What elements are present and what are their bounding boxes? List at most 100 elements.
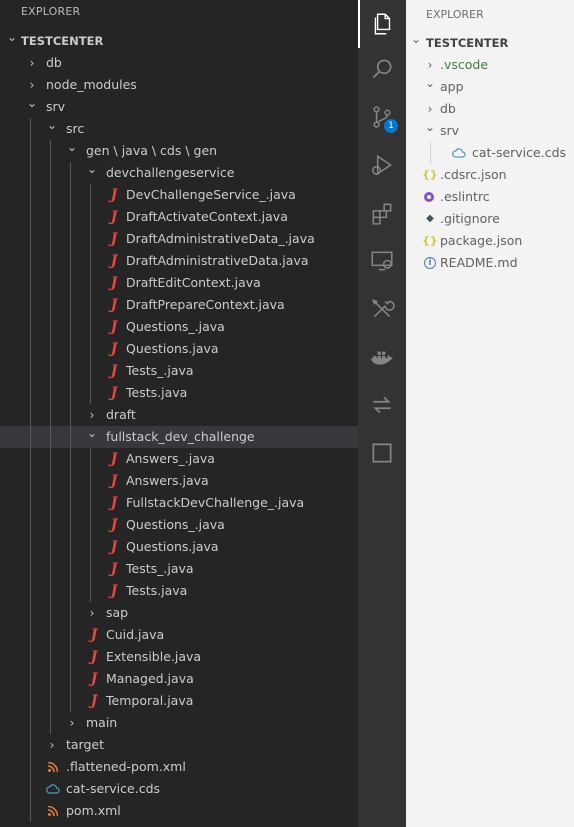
tree-item-label: .vscode xyxy=(440,57,489,72)
folder-row-target[interactable]: › target xyxy=(0,734,358,756)
file-row-flattened-pom-xml[interactable]: .flattened-pom.xml xyxy=(0,756,358,778)
file-row-cuid-java[interactable]: J Cuid.java xyxy=(0,624,358,646)
folder-row-sap[interactable]: › sap xyxy=(0,602,358,624)
file-row-tests-java[interactable]: J Tests.java xyxy=(0,580,358,602)
indent-guide xyxy=(70,162,71,712)
tree-item-label: README.md xyxy=(440,255,518,270)
light-explorer-panel: EXPLORER ⌄ TESTCENTER › .vscode ⌄ app › db ⌄ srv c… xyxy=(406,0,574,827)
indent-guide xyxy=(90,184,91,404)
file-row-draftadministrativedata-java[interactable]: J DraftAdministrativeData.java xyxy=(0,250,358,272)
folder-row-fullstack-dev-challenge[interactable]: ⌄ fullstack_dev_challenge xyxy=(0,426,358,448)
tree-item-label: Managed.java xyxy=(106,671,194,686)
java-file-icon: J xyxy=(110,253,118,269)
java-file-icon: J xyxy=(110,341,118,357)
folder-row-app[interactable]: ⌄ app xyxy=(406,76,574,98)
java-file-icon: J xyxy=(110,517,118,533)
square-icon[interactable] xyxy=(358,429,406,477)
folder-row-gen-java-cds-gen[interactable]: ⌄ gen \ java \ cds \ gen xyxy=(0,140,358,162)
tree-item-label: Questions_.java xyxy=(126,319,225,334)
file-row-devchallengeservice-java[interactable]: J DevChallengeService_.java xyxy=(0,184,358,206)
file-row-extensible-java[interactable]: J Extensible.java xyxy=(0,646,358,668)
tools-icon[interactable] xyxy=(358,285,406,333)
file-row-readme-md[interactable]: i README.md xyxy=(406,252,574,274)
file-row-gitignore[interactable]: ◆ .gitignore xyxy=(406,208,574,230)
docker-icon[interactable] xyxy=(358,333,406,381)
chevron-down-icon: ⌄ xyxy=(6,30,18,44)
file-row-drafteditcontext-java[interactable]: J DraftEditContext.java xyxy=(0,272,358,294)
file-row-cat-service-cds[interactable]: cat-service.cds xyxy=(0,778,358,800)
cds-file-icon xyxy=(46,784,60,794)
tree-item-label: gen \ java \ cds \ gen xyxy=(86,143,218,158)
folder-row-testcenter[interactable]: ⌄ TESTCENTER xyxy=(0,30,358,52)
java-file-icon: J xyxy=(90,693,98,709)
file-row-fullstackdevchallenge-java[interactable]: J FullstackDevChallenge_.java xyxy=(0,492,358,514)
file-row-pom-xml[interactable]: pom.xml xyxy=(0,800,358,822)
folder-row-draft[interactable]: › draft xyxy=(0,404,358,426)
tree-item-label: db xyxy=(46,55,62,70)
file-row-questions-java[interactable]: J Questions_.java xyxy=(0,316,358,338)
tree-item-label: .flattened-pom.xml xyxy=(66,759,186,774)
transfer-icon[interactable] xyxy=(358,381,406,429)
java-file-icon: J xyxy=(110,451,118,467)
tree-item-label: Tests_.java xyxy=(126,363,194,378)
chevron-down-icon: ⌄ xyxy=(46,118,58,132)
java-file-icon: J xyxy=(110,231,118,247)
tree-item-label: srv xyxy=(440,123,460,138)
file-row-draftactivatecontext-java[interactable]: J DraftActivateContext.java xyxy=(0,206,358,228)
chevron-down-icon: ⌄ xyxy=(66,140,78,154)
file-row-tests-java[interactable]: J Tests_.java xyxy=(0,558,358,580)
tree-item-label: .gitignore xyxy=(440,211,500,226)
java-file-icon: J xyxy=(110,187,118,203)
file-row-questions-java[interactable]: J Questions.java xyxy=(0,536,358,558)
chevron-down-icon: ⌄ xyxy=(424,76,436,90)
tree-item-label: target xyxy=(66,737,105,752)
chevron-right-icon: › xyxy=(69,716,75,730)
file-row-questions-java[interactable]: J Questions_.java xyxy=(0,514,358,536)
tree-item-label: Questions.java xyxy=(126,539,219,554)
file-row-draftpreparecontext-java[interactable]: J DraftPrepareContext.java xyxy=(0,294,358,316)
folder-row-devchallengeservice[interactable]: ⌄ devchallengeservice xyxy=(0,162,358,184)
file-row-cat-service-cds[interactable]: cat-service.cds xyxy=(406,142,574,164)
tree-item-label: sap xyxy=(106,605,129,620)
tree-item-label: DraftAdministrativeData_.java xyxy=(126,231,315,246)
indent-guide xyxy=(430,142,431,164)
file-row-cdsrc-json[interactable]: {} .cdsrc.json xyxy=(406,164,574,186)
folder-row-src[interactable]: ⌄ src xyxy=(0,118,358,140)
tree-item-label: node_modules xyxy=(46,77,137,92)
tree-item-label: Questions.java xyxy=(126,341,219,356)
file-row-draftadministrativedata-java[interactable]: J DraftAdministrativeData_.java xyxy=(0,228,358,250)
file-row-tests-java[interactable]: J Tests.java xyxy=(0,382,358,404)
file-row-package-json[interactable]: {} package.json xyxy=(406,230,574,252)
json-file-icon: {} xyxy=(422,168,438,181)
file-row-answers-java[interactable]: J Answers_.java xyxy=(0,448,358,470)
file-row-managed-java[interactable]: J Managed.java xyxy=(0,668,358,690)
folder-row-srv[interactable]: ⌄ srv xyxy=(406,120,574,142)
chevron-right-icon: › xyxy=(29,56,35,70)
search-icon[interactable] xyxy=(358,45,406,93)
file-row-tests-java[interactable]: J Tests_.java xyxy=(0,360,358,382)
cds-file-icon xyxy=(452,148,466,158)
folder-row-testcenter[interactable]: ⌄ TESTCENTER xyxy=(406,32,574,54)
xml-file-icon xyxy=(48,762,58,772)
folder-row-main[interactable]: › main xyxy=(0,712,358,734)
explorer-icon[interactable] xyxy=(358,0,406,48)
file-row-answers-java[interactable]: J Answers.java xyxy=(0,470,358,492)
file-row-eslintrc[interactable]: .eslintrc xyxy=(406,186,574,208)
run-debug-icon[interactable] xyxy=(358,141,406,189)
file-row-questions-java[interactable]: J Questions.java xyxy=(0,338,358,360)
java-file-icon: J xyxy=(110,363,118,379)
tree-item-label: DraftAdministrativeData.java xyxy=(126,253,309,268)
remote-explorer-icon[interactable] xyxy=(358,237,406,285)
folder-row-node-modules[interactable]: › node_modules xyxy=(0,74,358,96)
source-control-icon[interactable]: 1 xyxy=(358,93,406,141)
java-file-icon: J xyxy=(90,627,98,643)
tree-item-label: Temporal.java xyxy=(106,693,194,708)
source-control-badge: 1 xyxy=(384,119,398,133)
file-row-temporal-java[interactable]: J Temporal.java xyxy=(0,690,358,712)
java-file-icon: J xyxy=(110,319,118,335)
folder-row-db[interactable]: › db xyxy=(0,52,358,74)
extensions-icon[interactable] xyxy=(358,189,406,237)
xml-file-icon xyxy=(48,806,58,816)
chevron-right-icon: › xyxy=(49,738,55,752)
tree-item-label: Answers.java xyxy=(126,473,209,488)
